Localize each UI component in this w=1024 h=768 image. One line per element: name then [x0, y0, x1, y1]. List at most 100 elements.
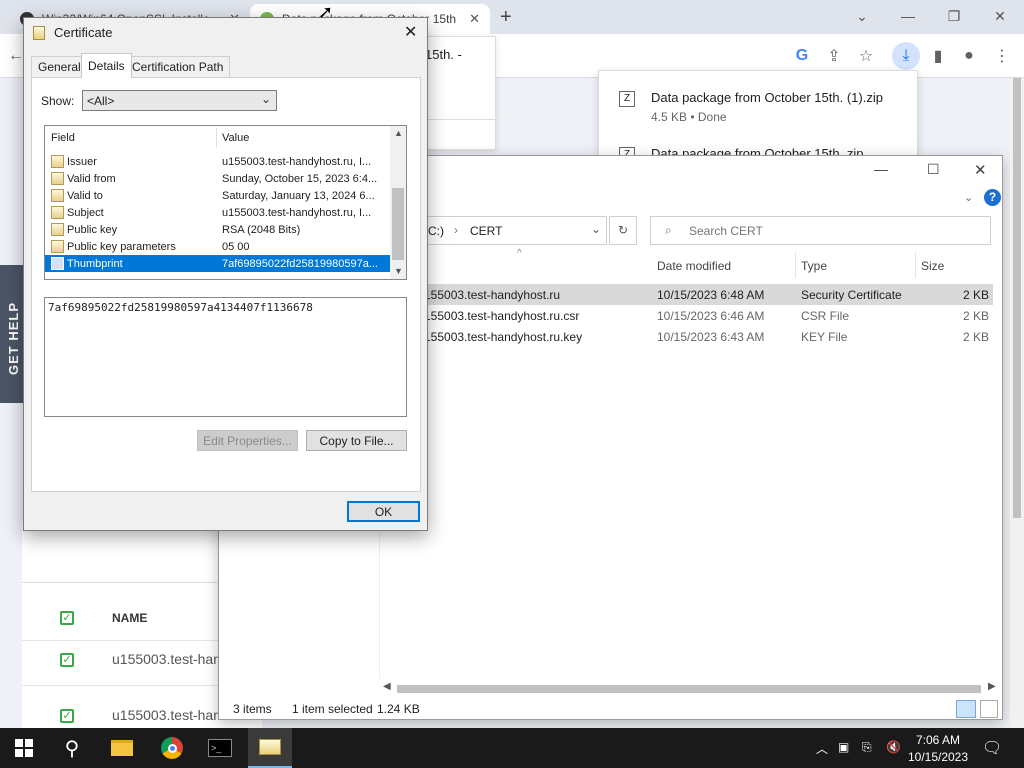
scroll-up-icon[interactable]: ▲	[394, 128, 403, 138]
field-name: Public key parameters	[67, 240, 176, 253]
file-date: 10/15/2023 6:43 AM	[657, 329, 765, 344]
table-row-name[interactable]: u155003.test-han	[112, 651, 221, 667]
file-size: 2 KB	[962, 329, 989, 344]
tab-general[interactable]: General	[31, 56, 88, 77]
google-icon[interactable]: G	[790, 44, 814, 68]
field-value: 05 00	[222, 240, 250, 253]
file-explorer-taskbar-icon[interactable]	[100, 728, 144, 768]
field-row[interactable]: Public key RSA (2048 Bits)	[45, 221, 390, 238]
terminal-taskbar-icon[interactable]: >_	[198, 728, 242, 768]
field-value-box[interactable]: 7af69895022fd25819980597a4134407f1136678	[44, 297, 407, 417]
chrome-taskbar-icon[interactable]	[150, 728, 194, 768]
scroll-down-icon[interactable]: ▼	[394, 266, 403, 276]
restore-icon[interactable]: ❐	[932, 4, 976, 28]
field-row[interactable]: Valid to Saturday, January 13, 2024 6...	[45, 187, 390, 204]
download-name[interactable]: Data package from October 15th. (1).zip	[651, 90, 883, 105]
file-size: 2 KB	[962, 287, 989, 302]
row-checkbox[interactable]: ✓	[60, 653, 74, 667]
field-value: RSA (2048 Bits)	[222, 223, 301, 236]
field-icon	[51, 240, 64, 253]
field-row[interactable]: Valid from Sunday, October 15, 2023 6:4..…	[45, 170, 390, 187]
column-header-value[interactable]: Value	[222, 132, 249, 144]
close-icon[interactable]: ✕	[978, 4, 1022, 28]
column-header-name: NAME	[112, 611, 148, 625]
clock-time[interactable]: 7:06 AM	[912, 733, 964, 747]
get-help-tab[interactable]: GET HELP	[0, 265, 24, 403]
column-header-field[interactable]: Field	[51, 132, 75, 144]
side-panel-icon[interactable]: ▮	[926, 44, 950, 68]
search-input[interactable]	[689, 221, 979, 241]
field-name: Thumbprint	[67, 257, 123, 270]
breadcrumb-folder[interactable]: CERT	[470, 224, 502, 238]
tab-details[interactable]: Details	[81, 53, 132, 78]
dialog-title: Certificate	[54, 25, 113, 40]
field-list-scrollbar[interactable]: ▲ ▼	[390, 126, 406, 279]
download-status: 4.5 KB • Done	[651, 110, 727, 124]
file-row[interactable]: 155003.test-handyhost.ru 10/15/2023 6:48…	[419, 284, 993, 305]
field-value: Sunday, October 15, 2023 6:4...	[222, 172, 378, 185]
edit-properties-button[interactable]: Edit Properties...	[197, 430, 298, 451]
field-name: Subject	[67, 206, 104, 219]
field-row[interactable]: Issuer u155003.test-handyhost.ru, I...	[45, 153, 390, 170]
help-icon[interactable]: ?	[984, 189, 1001, 206]
new-tab-button[interactable]: +	[500, 6, 512, 29]
notifications-icon[interactable]: 🗨	[982, 738, 1002, 758]
field-name: Public key	[67, 223, 118, 236]
minimize-icon[interactable]: —	[886, 4, 930, 28]
row-checkbox[interactable]: ✓	[60, 709, 74, 723]
file-name: 155003.test-handyhost.ru	[424, 287, 561, 302]
thumbprint-text[interactable]: 7af69895022fd25819980597a4134407f1136678	[48, 301, 313, 314]
file-size: 2 KB	[962, 308, 989, 323]
field-rows: Issuer u155003.test-handyhost.ru, I... Va…	[45, 153, 390, 272]
page-scrollbar[interactable]	[1010, 78, 1024, 728]
tray-app-icon[interactable]: ▣	[838, 740, 849, 754]
tray-chevron-icon[interactable]: ︿	[816, 740, 828, 757]
minimize-icon[interactable]: —	[874, 161, 888, 177]
chevron-down-icon[interactable]: ⌄	[964, 191, 973, 204]
horizontal-scrollbar[interactable]: ◀ ▶	[381, 681, 1001, 697]
menu-icon[interactable]: ⋮	[990, 44, 1014, 68]
maximize-icon[interactable]: ☐	[927, 161, 940, 178]
field-row[interactable]: Subject u155003.test-handyhost.ru, I...	[45, 204, 390, 221]
column-header-date[interactable]: Date modified	[657, 259, 731, 273]
status-selected: 1 item selected	[292, 702, 373, 716]
copy-to-file-button[interactable]: Copy to File...	[306, 430, 407, 451]
close-icon[interactable]: ✕	[974, 161, 987, 179]
search-box[interactable]: ⌕	[650, 216, 991, 245]
start-button[interactable]	[2, 728, 46, 768]
search-icon[interactable]: ⚲	[50, 728, 94, 768]
details-view-icon[interactable]	[956, 700, 976, 718]
tiles-view-icon[interactable]	[980, 700, 998, 718]
volume-muted-icon[interactable]: 🔇	[886, 740, 901, 754]
file-row[interactable]: 155003.test-handyhost.ru.key 10/15/2023 …	[419, 326, 993, 347]
tab-search-icon[interactable]: ⌄	[840, 4, 884, 28]
header-checkbox[interactable]: ✓	[60, 611, 74, 625]
show-label: Show:	[41, 94, 75, 108]
certificate-taskbar-icon[interactable]	[248, 728, 292, 768]
clock-date[interactable]: 10/15/2023	[906, 750, 970, 764]
refresh-icon[interactable]: ↻	[609, 216, 637, 245]
field-row-selected[interactable]: Thumbprint 7af69895022fd25819980597a...	[45, 255, 390, 272]
downloads-icon[interactable]: ⤓	[892, 42, 920, 70]
details-panel: Show: <All> ⌄ Field Value Issuer u155003.…	[31, 77, 421, 492]
profile-icon[interactable]: ●	[957, 44, 981, 68]
address-bar[interactable]: C:) › CERT ⌄	[425, 216, 607, 245]
tab-certification-path[interactable]: Certification Path	[125, 56, 231, 77]
column-header-size[interactable]: Size	[921, 259, 944, 273]
hover-card: 15th. -	[420, 36, 497, 150]
column-header-type[interactable]: Type	[801, 259, 827, 273]
breadcrumb-drive[interactable]: C:)	[428, 224, 444, 238]
close-tab-icon[interactable]: ✕	[463, 11, 480, 27]
share-icon[interactable]: ⇪	[822, 44, 846, 68]
ok-button[interactable]: OK	[347, 501, 420, 522]
file-row[interactable]: 155003.test-handyhost.ru.csr 10/15/2023 …	[419, 305, 993, 326]
chevron-down-icon[interactable]: ⌄	[591, 222, 601, 236]
zip-file-icon: Z	[619, 91, 635, 107]
network-icon[interactable]: ⎘	[862, 740, 872, 755]
table-row-name[interactable]: u155003.test-han	[112, 707, 221, 723]
chevron-right-icon: ›	[454, 223, 458, 237]
field-row[interactable]: Public key parameters 05 00	[45, 238, 390, 255]
bookmark-star-icon[interactable]: ☆	[854, 44, 878, 68]
close-icon[interactable]: ✕	[404, 22, 417, 42]
show-select[interactable]: <All> ⌄	[82, 90, 277, 111]
